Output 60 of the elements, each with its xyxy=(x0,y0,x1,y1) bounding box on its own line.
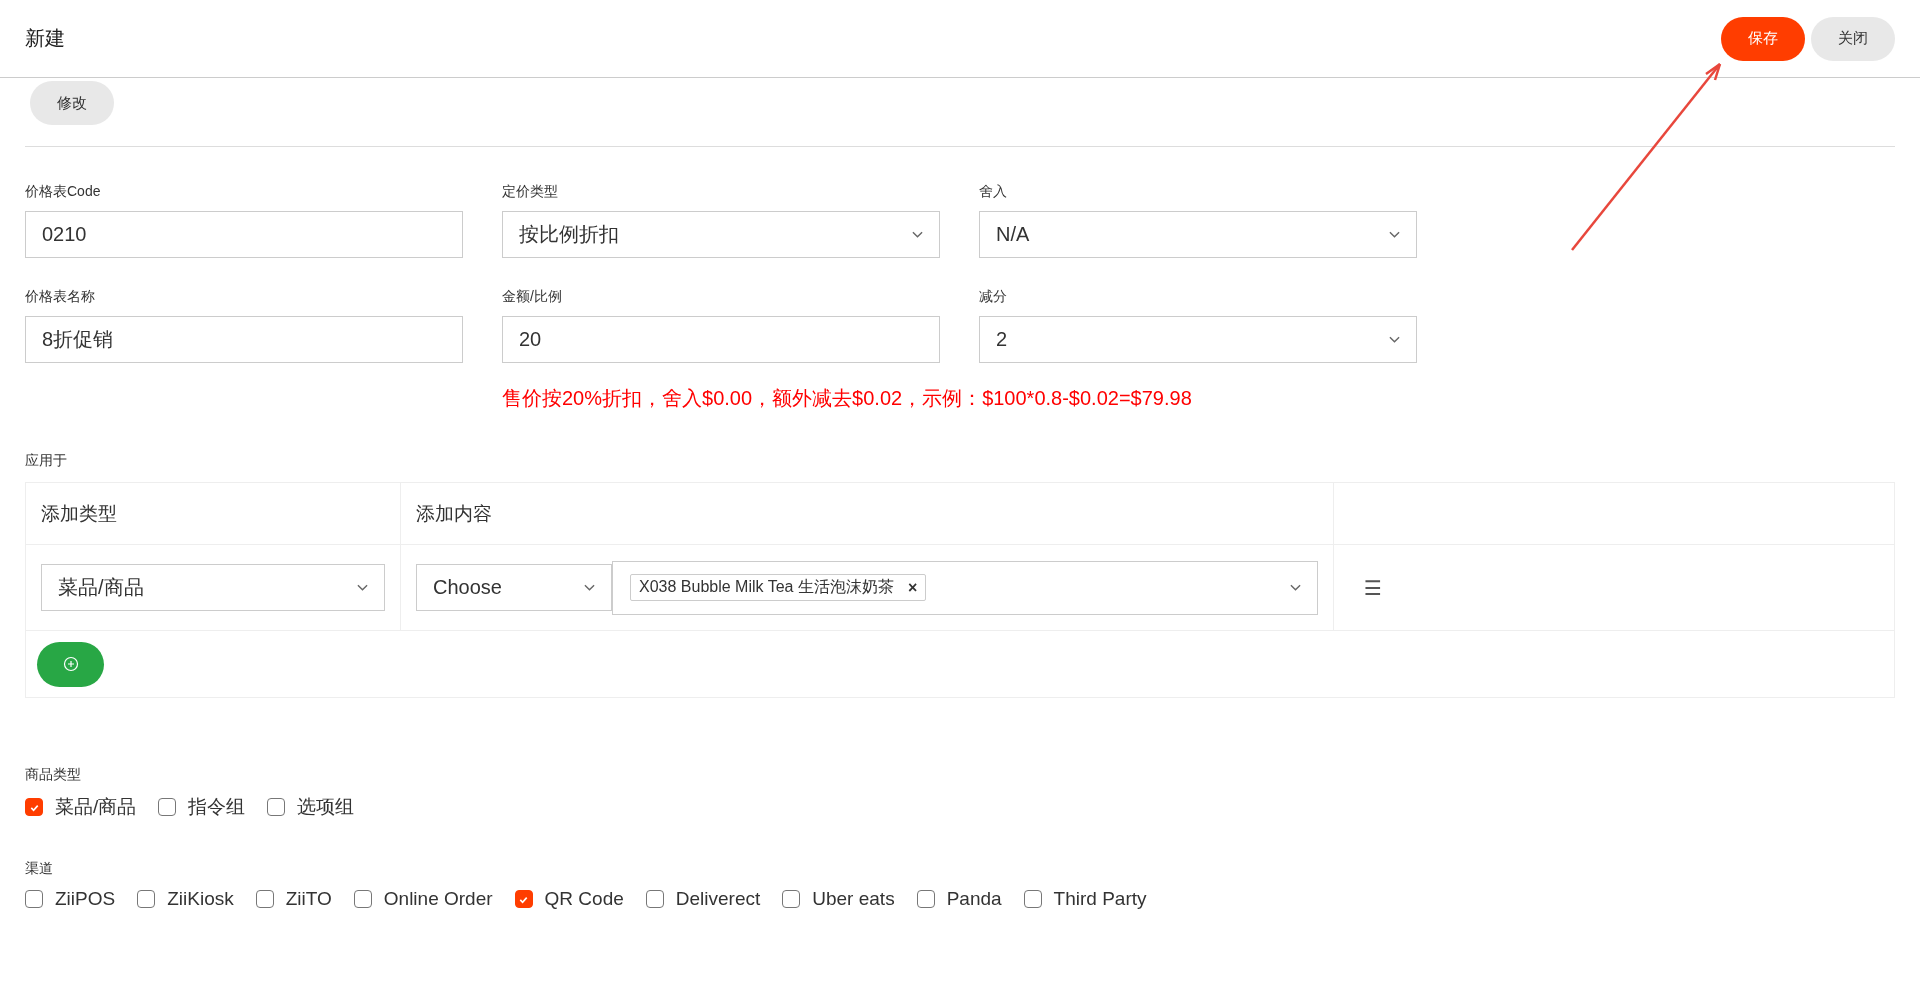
checkbox-option[interactable]: Panda xyxy=(916,888,1002,910)
plus-circle-icon xyxy=(62,656,79,672)
add-row-button[interactable] xyxy=(37,641,104,687)
checkbox[interactable] xyxy=(267,798,286,816)
column-header: 添加类型 xyxy=(26,483,401,544)
page-title: 新建 xyxy=(25,26,65,51)
chevron-down-icon xyxy=(1290,583,1301,592)
checkbox[interactable] xyxy=(916,890,935,908)
checkbox[interactable] xyxy=(137,890,156,908)
checkbox-option[interactable]: Uber eats xyxy=(782,888,895,910)
type-select[interactable]: 菜品/商品 xyxy=(41,564,385,611)
field-label: 价格表Code xyxy=(25,183,102,201)
checkbox[interactable] xyxy=(645,890,664,908)
chevron-down-icon xyxy=(357,583,368,592)
input-field[interactable]: 8折促销 xyxy=(25,316,463,363)
checkbox-option[interactable]: Deliverect xyxy=(645,888,761,910)
chevron-down-icon xyxy=(1389,335,1400,344)
tag-remove-button[interactable]: × xyxy=(907,578,918,597)
price-hint: 售价按20%折扣，舍入$0.00，额外减去$0.02，示例：$100*0.8-$0.02=$79.98 xyxy=(502,386,1193,411)
chevron-down-icon xyxy=(1389,230,1400,239)
checkbox-option[interactable]: 选项组 xyxy=(267,794,355,820)
close-button[interactable]: 关闭 xyxy=(1811,16,1895,61)
checkbox[interactable] xyxy=(514,890,533,908)
tag-text: X038 Bubble Milk Tea 生活泡沫奶茶 xyxy=(639,577,894,597)
column-header: 添加内容 xyxy=(401,483,1334,544)
checkbox-option[interactable]: 菜品/商品 xyxy=(25,794,137,820)
checkbox[interactable] xyxy=(25,890,43,908)
section-label: 渠道 xyxy=(25,860,54,878)
section-label: 应用于 xyxy=(25,452,68,470)
choose-select[interactable]: Choose xyxy=(416,564,612,611)
checkbox[interactable] xyxy=(158,798,177,816)
checkbox[interactable] xyxy=(782,890,801,908)
checkbox[interactable] xyxy=(1023,890,1042,908)
checkbox-option[interactable]: 指令组 xyxy=(158,794,246,820)
section-label: 商品类型 xyxy=(25,766,82,784)
chevron-down-icon xyxy=(912,230,923,239)
menu-button[interactable]: ☰ xyxy=(1364,575,1382,600)
chevron-down-icon xyxy=(584,583,595,592)
checkbox[interactable] xyxy=(353,890,372,908)
checkbox-option[interactable]: Third Party xyxy=(1023,888,1147,910)
input-field[interactable]: 20 xyxy=(502,316,940,363)
field-label: 减分 xyxy=(979,288,1008,306)
save-button[interactable]: 保存 xyxy=(1721,16,1805,61)
select-field[interactable]: 2 xyxy=(979,316,1417,363)
input-field[interactable]: 0210 xyxy=(25,211,463,258)
checkbox[interactable] xyxy=(25,798,43,816)
checkbox-option[interactable]: ZiiTO xyxy=(255,888,332,910)
checkbox[interactable] xyxy=(255,890,274,908)
field-label: 金额/比例 xyxy=(502,288,563,306)
field-label: 价格表名称 xyxy=(25,288,96,306)
field-label: 定价类型 xyxy=(502,183,559,201)
checkbox-option[interactable]: ZiiPOS xyxy=(25,888,116,910)
edit-button[interactable]: 修改 xyxy=(30,81,114,125)
content-multiselect[interactable]: X038 Bubble Milk Tea 生活泡沫奶茶 × xyxy=(612,560,1318,615)
select-field[interactable]: N/A xyxy=(979,211,1417,258)
checkbox-option[interactable]: Online Order xyxy=(353,888,493,910)
field-label: 舍入 xyxy=(979,183,1008,201)
select-field[interactable]: 按比例折扣 xyxy=(502,211,940,258)
checkbox-option[interactable]: ZiiKiosk xyxy=(137,888,234,910)
checkbox-option[interactable]: QR Code xyxy=(514,888,624,910)
